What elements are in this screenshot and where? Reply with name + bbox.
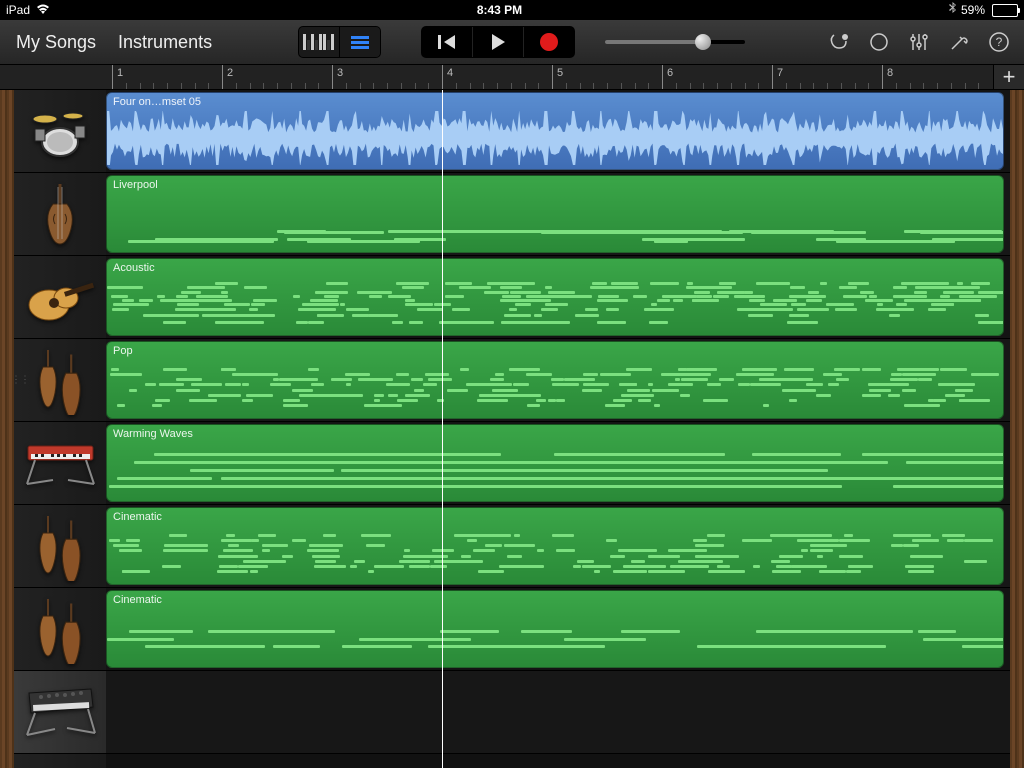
clock: 8:43 PM xyxy=(50,3,949,17)
track-header-strings[interactable] xyxy=(14,505,106,588)
track-header-guitar[interactable] xyxy=(14,256,106,339)
wood-right xyxy=(1010,90,1024,768)
volume-slider[interactable] xyxy=(605,40,745,44)
region-label: Cinematic xyxy=(113,594,162,606)
region-label: Acoustic xyxy=(113,262,155,274)
region-label: Cinematic xyxy=(113,511,162,523)
transport xyxy=(421,26,575,58)
add-section-button[interactable]: + xyxy=(993,65,1024,89)
region-label: Warming Waves xyxy=(113,428,193,440)
bar-marker: 6 xyxy=(662,65,673,89)
tracks-area[interactable]: Four on…mset 05 Liverpool Acoustic Pop Warmi… xyxy=(106,90,1010,768)
track-header-drums[interactable] xyxy=(14,90,106,173)
play-button[interactable] xyxy=(473,27,524,57)
track-lane[interactable]: Warming Waves xyxy=(106,422,1010,505)
region-label: Liverpool xyxy=(113,179,158,191)
region[interactable]: Pop xyxy=(106,341,1004,419)
battery-pct: 59% xyxy=(961,3,985,17)
bar-marker: 8 xyxy=(882,65,893,89)
ruler-row: 1 2 3 4 5 6 7 8 + xyxy=(0,65,1024,90)
region[interactable]: Cinematic xyxy=(106,590,1004,668)
region-label: Pop xyxy=(113,345,133,357)
track-lane[interactable]: Four on…mset 05 xyxy=(106,90,1010,173)
instrument-view-button[interactable] xyxy=(299,27,340,57)
track-headers: ⋮⋮ xyxy=(14,90,106,768)
rewind-button[interactable] xyxy=(422,27,473,57)
piano-icon xyxy=(303,34,335,50)
my-songs-button[interactable]: My Songs xyxy=(10,32,102,53)
tracks-icon xyxy=(351,36,369,49)
bar-marker: 7 xyxy=(772,65,783,89)
bar-marker: 5 xyxy=(552,65,563,89)
region[interactable]: Cinematic xyxy=(106,507,1004,585)
wood-left xyxy=(0,90,14,768)
track-lane[interactable]: Acoustic xyxy=(106,256,1010,339)
instruments-button[interactable]: Instruments xyxy=(112,32,218,53)
mixer-button[interactable] xyxy=(864,27,894,57)
track-header-strings[interactable] xyxy=(14,588,106,671)
track-controls-button[interactable] xyxy=(904,27,934,57)
loop-browser-button[interactable] xyxy=(824,27,854,57)
track-header-synth[interactable] xyxy=(14,671,106,754)
battery-icon xyxy=(989,4,1018,17)
device-label: iPad xyxy=(6,3,30,17)
track-header-keyboard[interactable] xyxy=(14,422,106,505)
bar-marker: 4 xyxy=(442,65,453,89)
track-header-strings[interactable]: ⋮⋮ xyxy=(14,339,106,422)
bluetooth-icon xyxy=(949,2,957,18)
view-segmented xyxy=(298,26,381,58)
region[interactable]: Four on…mset 05 xyxy=(106,92,1004,170)
timeline-ruler[interactable]: 1 2 3 4 5 6 7 8 xyxy=(106,65,993,89)
track-lane[interactable]: Pop xyxy=(106,339,1010,422)
track-header-bass[interactable] xyxy=(14,173,106,256)
playhead[interactable] xyxy=(442,90,443,768)
region[interactable]: Warming Waves xyxy=(106,424,1004,502)
bar-marker: 2 xyxy=(222,65,233,89)
svg-text:?: ? xyxy=(996,35,1003,49)
track-lane[interactable]: Liverpool xyxy=(106,173,1010,256)
wifi-icon xyxy=(36,3,50,18)
plus-icon: + xyxy=(1003,64,1016,90)
help-button[interactable]: ? xyxy=(984,27,1014,57)
track-lane[interactable]: Cinematic xyxy=(106,588,1010,671)
region[interactable]: Liverpool xyxy=(106,175,1004,253)
bar-marker: 3 xyxy=(332,65,343,89)
bar-marker: 1 xyxy=(112,65,123,89)
region[interactable]: Acoustic xyxy=(106,258,1004,336)
status-bar: iPad 8:43 PM 59% xyxy=(0,0,1024,20)
tracks-view-button[interactable] xyxy=(340,27,380,57)
track-lane[interactable]: Cinematic xyxy=(106,505,1010,588)
record-icon xyxy=(540,33,558,51)
region-label: Four on…mset 05 xyxy=(113,96,201,108)
record-button[interactable] xyxy=(524,27,574,57)
toolbar: My Songs Instruments ? xyxy=(0,20,1024,65)
workspace: ⋮⋮ Four on…mset 05 Liverpool Acoustic Pop Wa… xyxy=(0,90,1024,768)
track-lane[interactable] xyxy=(106,671,1010,754)
settings-button[interactable] xyxy=(944,27,974,57)
